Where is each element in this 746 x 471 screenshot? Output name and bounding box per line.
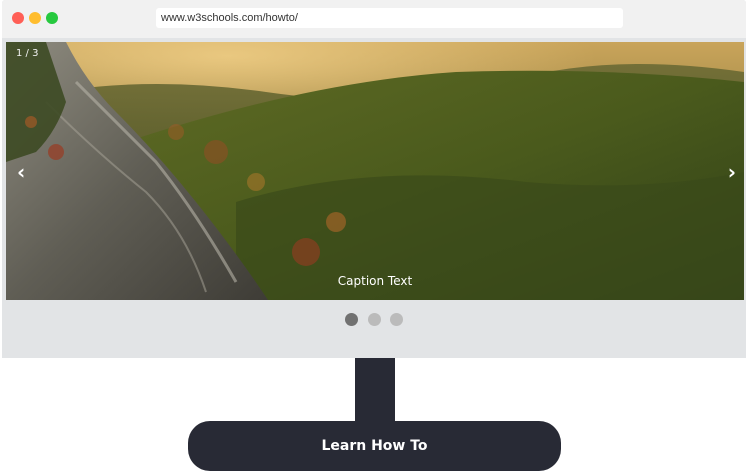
slide-caption: Caption Text bbox=[337, 274, 413, 288]
address-bar[interactable]: www.w3schools.com/howto/ bbox=[156, 8, 623, 28]
close-window-icon[interactable] bbox=[12, 12, 24, 24]
slide-dot-2[interactable] bbox=[367, 313, 381, 326]
slideshow-image: 1 / 3 ‹ › Caption Text bbox=[6, 42, 744, 300]
slide-counter: 1 / 3 bbox=[16, 48, 39, 59]
monitor-stand bbox=[355, 358, 395, 424]
learn-how-to-button[interactable]: Learn How To bbox=[188, 421, 561, 471]
slide-dot-1[interactable] bbox=[345, 313, 359, 326]
previous-slide-button[interactable]: ‹ bbox=[17, 160, 25, 184]
slide-dot-3[interactable] bbox=[389, 313, 403, 326]
browser-window: www.w3schools.com/howto/ 1 / 3 ‹ › Capti… bbox=[2, 0, 746, 358]
next-slide-button[interactable]: › bbox=[728, 160, 736, 184]
forest-landscape-image bbox=[6, 42, 744, 300]
maximize-window-icon[interactable] bbox=[46, 12, 58, 24]
slide-dots bbox=[2, 311, 746, 330]
minimize-window-icon[interactable] bbox=[29, 12, 41, 24]
browser-titlebar: www.w3schools.com/howto/ bbox=[2, 0, 746, 38]
